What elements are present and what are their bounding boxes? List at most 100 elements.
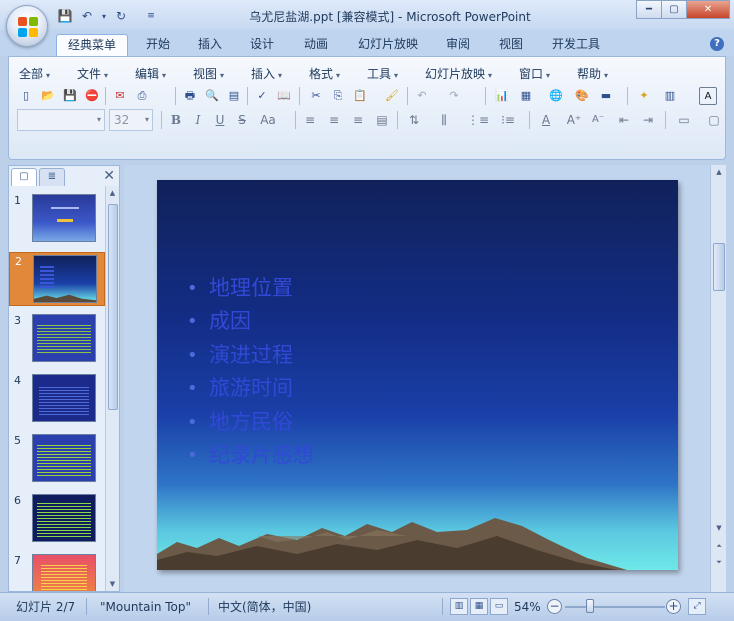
bullet-item[interactable]: 地方民俗: [187, 406, 314, 440]
numbering-icon[interactable]: ⋮≡: [467, 111, 489, 129]
layout-icon[interactable]: ▥: [661, 87, 679, 105]
workspace-scrollbar[interactable]: ▲ ▼ ⏶ ⏷: [710, 165, 726, 592]
permission-icon[interactable]: ⛔: [83, 87, 101, 105]
zoom-slider-track[interactable]: [565, 606, 665, 608]
decrease-indent-icon[interactable]: ⇤: [615, 111, 633, 129]
tab-outline[interactable]: ≣: [39, 168, 65, 186]
bullet-list[interactable]: 地理位置 成因 演进过程 旅游时间 地方民俗 纪录片感想: [187, 272, 314, 473]
align-left-icon[interactable]: ≡: [301, 111, 319, 129]
columns-icon[interactable]: ⫼: [435, 111, 453, 129]
scroll-down-arrow[interactable]: ▼: [106, 577, 119, 591]
shrink-font-icon[interactable]: A⁻: [589, 111, 607, 129]
bullet-item[interactable]: 演进过程: [187, 339, 314, 373]
slide-canvas[interactable]: 地理位置 成因 演进过程 旅游时间 地方民俗 纪录片感想: [157, 180, 678, 570]
scroll-up-arrow[interactable]: ▲: [106, 186, 119, 200]
align-right-icon[interactable]: ≡: [349, 111, 367, 129]
maximize-button[interactable]: ▢: [661, 0, 687, 19]
font-color-icon[interactable]: A: [537, 111, 555, 129]
redo-icon[interactable]: ↻: [112, 7, 130, 25]
print-preview-icon[interactable]: ⎙: [133, 87, 151, 105]
print-icon[interactable]: 🖶: [181, 87, 199, 105]
save-icon[interactable]: 💾: [56, 7, 74, 25]
new-slide-icon[interactable]: ✦: [635, 87, 653, 105]
text-box-icon[interactable]: A: [699, 87, 717, 105]
save-icon[interactable]: 💾: [61, 87, 79, 105]
customize-qat-icon[interactable]: ≡: [142, 7, 160, 25]
strikethrough-icon[interactable]: S: [233, 111, 251, 129]
close-button[interactable]: ✕: [686, 0, 730, 19]
format-painter-icon[interactable]: 🖌: [383, 87, 401, 105]
tab-classic-menu[interactable]: 经典菜单: [56, 34, 128, 56]
menu-view[interactable]: 视图 ▾: [193, 65, 224, 82]
paste-icon[interactable]: 📋: [351, 87, 369, 105]
menu-file[interactable]: 文件 ▾: [77, 65, 108, 82]
menu-insert[interactable]: 插入 ▾: [251, 65, 282, 82]
bullet-item[interactable]: 旅游时间: [187, 372, 314, 406]
grow-font-icon[interactable]: A⁺: [565, 111, 583, 129]
language-indicator[interactable]: 中文(简体，中国): [218, 597, 311, 617]
slide-thumbnail-3[interactable]: 3: [9, 312, 105, 366]
zoom-slider-handle[interactable]: [586, 599, 594, 613]
cut-icon[interactable]: ✂: [307, 87, 325, 105]
help-icon[interactable]: ?: [710, 37, 724, 51]
pane-scrollbar[interactable]: ▲ ▼: [105, 186, 119, 591]
menu-help[interactable]: 帮助 ▾: [577, 65, 608, 82]
zoom-level[interactable]: 54%: [514, 597, 541, 617]
scroll-up-arrow[interactable]: ▲: [712, 165, 726, 179]
minimize-button[interactable]: ━: [636, 0, 662, 19]
slideshow-button[interactable]: ▭: [490, 598, 508, 615]
table-icon[interactable]: ▦: [517, 87, 535, 105]
preview-icon[interactable]: 🔍: [203, 87, 221, 105]
tab-developer[interactable]: 开发工具: [545, 34, 607, 56]
redo-icon[interactable]: ↷: [445, 87, 463, 105]
slide-thumbnail-4[interactable]: 4: [9, 372, 105, 426]
slide-thumbnail-7[interactable]: 7: [9, 552, 105, 591]
slide-thumbnail-2[interactable]: 2: [9, 252, 105, 306]
thesaurus-icon[interactable]: 📖: [275, 87, 293, 105]
tab-slides[interactable]: ▢: [11, 168, 37, 186]
email-icon[interactable]: ✉: [111, 87, 129, 105]
zoom-out-icon[interactable]: −: [547, 599, 562, 614]
slide-sorter-button[interactable]: ▦: [470, 598, 488, 615]
pane-scroll-thumb[interactable]: [108, 204, 118, 410]
bullets-icon[interactable]: ⁝≡: [499, 111, 517, 129]
fit-to-window-icon[interactable]: ⤢: [688, 598, 706, 615]
menu-slideshow[interactable]: 幻灯片放映 ▾: [425, 65, 492, 82]
arrange-icon[interactable]: ▢: [705, 111, 723, 129]
change-case-icon[interactable]: Aa: [255, 111, 281, 129]
undo-dropdown-icon[interactable]: ▾: [100, 7, 108, 25]
slide-thumbnail-1[interactable]: 1: [9, 192, 105, 246]
justify-icon[interactable]: ▤: [373, 111, 391, 129]
zoom-in-icon[interactable]: +: [666, 599, 681, 614]
menu-all[interactable]: 全部 ▾: [19, 65, 50, 82]
tab-review[interactable]: 审阅: [438, 34, 478, 56]
undo-icon[interactable]: ↶: [413, 87, 431, 105]
normal-view-button[interactable]: ▥: [450, 598, 468, 615]
menu-format[interactable]: 格式 ▾: [309, 65, 340, 82]
next-slide-icon[interactable]: ⏷: [712, 555, 726, 569]
new-icon[interactable]: ▯: [17, 87, 35, 105]
office-button[interactable]: [6, 5, 48, 47]
align-center-icon[interactable]: ≡: [325, 111, 343, 129]
chart-icon[interactable]: 📊: [493, 87, 511, 105]
underline-icon[interactable]: U: [211, 111, 229, 129]
previous-slide-icon[interactable]: ⏶: [712, 539, 726, 553]
hyperlink-icon[interactable]: 🌐: [547, 87, 565, 105]
shapes-icon[interactable]: ▭: [675, 111, 693, 129]
undo-icon[interactable]: ↶: [78, 7, 96, 25]
tab-insert[interactable]: 插入: [190, 34, 230, 56]
close-pane-icon[interactable]: ✕: [103, 168, 115, 184]
slide-thumbnail-5[interactable]: 5: [9, 432, 105, 486]
font-size-select[interactable]: 32 ▾: [109, 109, 153, 131]
slide-color-icon[interactable]: ▬: [597, 87, 615, 105]
tab-design[interactable]: 设计: [242, 34, 282, 56]
open-icon[interactable]: 📂: [39, 87, 57, 105]
bullet-item[interactable]: 成因: [187, 305, 314, 339]
workspace-scroll-thumb[interactable]: [713, 243, 725, 291]
tab-view[interactable]: 视图: [491, 34, 531, 56]
italic-icon[interactable]: I: [189, 111, 207, 129]
tab-slideshow[interactable]: 幻灯片放映: [350, 34, 426, 56]
bullet-item[interactable]: 纪录片感想: [187, 439, 314, 473]
scroll-down-arrow[interactable]: ▼: [712, 521, 726, 535]
tab-animation[interactable]: 动画: [296, 34, 336, 56]
